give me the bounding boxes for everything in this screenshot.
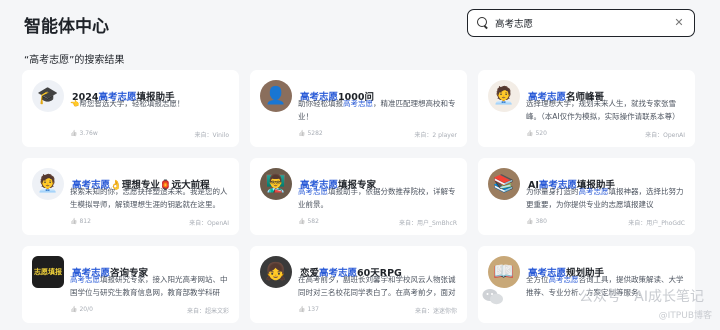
agent-source: 来自：OpenAI [189,220,229,227]
agent-card[interactable]: 📚 AI高考志愿填报助手 为你量身打造的高考志愿填报神器，选择比努力更重要，为你… [478,158,695,235]
agent-card[interactable]: 志愿填报 高考志愿咨询专家 高考志愿填报研究专家，接入阳光高考网站、中国学位与研… [22,246,239,323]
library-icon: 📚 [488,168,520,200]
wechat-logo-icon [482,289,503,305]
agent-source: 来自：用户_SmBhcR [398,220,457,227]
agent-card[interactable]: 👧 恋爱高考志愿60天RPG 在高考前夕，副班长刘馨宇和学校风云人物张诚同时对三… [250,246,467,323]
like-count: 137 [298,306,318,315]
portrait-icon: 👤 [260,80,292,112]
teacher-portrait-icon: 👨‍🏫 [260,168,292,200]
card-meta: 137 来自：迷迷你你 [298,306,457,315]
watermark-text: 公众号 · AI成长笔记 [578,289,704,305]
close-icon[interactable]: ✕ [673,17,685,29]
desc-highlight: 高考志愿 [578,187,609,196]
cartoon-man-icon: 🧑‍💼 [488,80,520,112]
watermark: 公众号 · AI成长笔记 @ITPUB博客 [482,284,712,324]
search-icon [477,17,489,29]
results-heading: “高考志愿”的搜索结果 [24,55,125,66]
desc-prefix: 助你轻松填报 [298,99,343,108]
like-count: 582 [298,218,318,227]
desc-highlight: 高考志愿 [548,275,579,284]
agent-card[interactable]: 👤 高考志愿1000问 助你轻松填报高考志愿，精准匹配理想高校和专业！ 5282… [250,70,467,147]
desc-prefix: 全方位 [526,275,549,284]
agent-description: 选择理想大学，规划未来人生，就找专家张雪峰。（本AI仅作为模拟，实际操作请联系本… [526,98,685,123]
agent-source: 来自：OpenAI [645,132,685,139]
agent-card[interactable]: 🧑‍💼 高考志愿名师峰哥 选择理想大学，规划未来人生，就找专家张雪峰。（本AI仅… [478,70,695,147]
like-count: 20/0 [70,306,92,315]
like-count: 5282 [298,130,322,139]
agent-description: 在高考前夕，副班长刘馨宇和学校风云人物张诚同时对三名校花同学表白了。在高考前夕，… [298,274,457,299]
agent-source: 来自：2 player [414,132,457,139]
desc-highlight: 高考志愿 [298,187,328,196]
agent-source: 来自：超米文彩 [186,308,229,315]
like-count: 812 [70,218,90,227]
card-meta: 5282 来自：2 player [298,130,457,139]
watermark-subtext: @ITPUB博客 [658,311,712,321]
agent-description: 助你轻松填报高考志愿，精准匹配理想高校和专业！ [298,98,457,123]
agent-card[interactable]: 🧑‍💼 高考志愿👌理想专业🏮远大前程 探索未知的你，志愿抉择塑造未来。我是您的人… [22,158,239,235]
badge-logo-icon: 志愿填报 [32,256,64,288]
cartoon-man-icon: 🧑‍💼 [32,168,64,200]
card-meta: 520 来自：OpenAI [526,130,685,139]
page-title: 智能体中心 [24,17,109,37]
card-meta: 380 来自：用户_PhoGdC [526,218,685,227]
desc-prefix: 👈帮您智选大学，轻松填报志愿！ [70,99,185,108]
desc-prefix: 探索未知的你，志愿抉择塑造未来。我是您的人生模拟导师，解锁理想生涯的钥匙就在这里… [70,187,228,209]
agent-source: 来自：Vinilo [194,132,229,139]
card-meta: 20/0 来自：超米文彩 [70,306,229,315]
like-count: 520 [526,130,546,139]
card-meta: 3.76w 来自：Vinilo [70,130,229,139]
search-input[interactable]: 高考志愿 [495,16,673,30]
desc-prefix: 为你量身打造的 [526,187,579,196]
agent-description: 高考志愿填报助手，依据分数推荐院校，详解专业前景。 [298,186,457,211]
card-meta: 582 来自：用户_SmBhcR [298,218,457,227]
agent-card[interactable]: 👨‍🏫 高考志愿填报专家 高考志愿填报助手，依据分数推荐院校，详解专业前景。 5… [250,158,467,235]
agent-description: 为你量身打造的高考志愿填报神器，选择比努力更重要，为你提供专业的志愿填报建议 [526,186,685,211]
like-count: 380 [526,218,546,227]
agent-description: 👈帮您智选大学，轻松填报志愿！ [70,98,229,111]
search-box[interactable]: 高考志愿 ✕ [467,9,695,37]
agent-source: 来自：迷迷你你 [414,308,457,315]
desc-prefix: 在高考前夕，副班长刘馨宇和学校风云人物张诚同时对三名校花同学表白了。在高考前夕，… [298,275,456,297]
agent-card[interactable]: 🎓 2024高考志愿填报助手 👈帮您智选大学，轻松填报志愿！ 3.76w 来自：… [22,70,239,147]
agent-description: 探索未知的你，志愿抉择塑造未来。我是您的人生模拟导师，解锁理想生涯的钥匙就在这里… [70,186,229,211]
like-count: 3.76w [70,130,97,139]
desc-prefix: 选择理想大学，规划未来人生，就找专家张雪峰。（本AI仅作为模拟，实际操作请联系本… [526,99,680,121]
desc-highlight: 高考志愿 [70,275,100,284]
graduation-cap-icon: 🎓 [32,80,64,112]
agent-description: 高考志愿填报研究专家，接入阳光高考网站、中国学位与研究生教育信息网，教育部教学科… [70,274,229,299]
agent-source: 来自：用户_PhoGdC [628,220,685,227]
desc-highlight: 高考志愿 [343,99,373,108]
anime-girl-icon: 👧 [260,256,292,288]
card-meta: 812 来自：OpenAI [70,218,229,227]
